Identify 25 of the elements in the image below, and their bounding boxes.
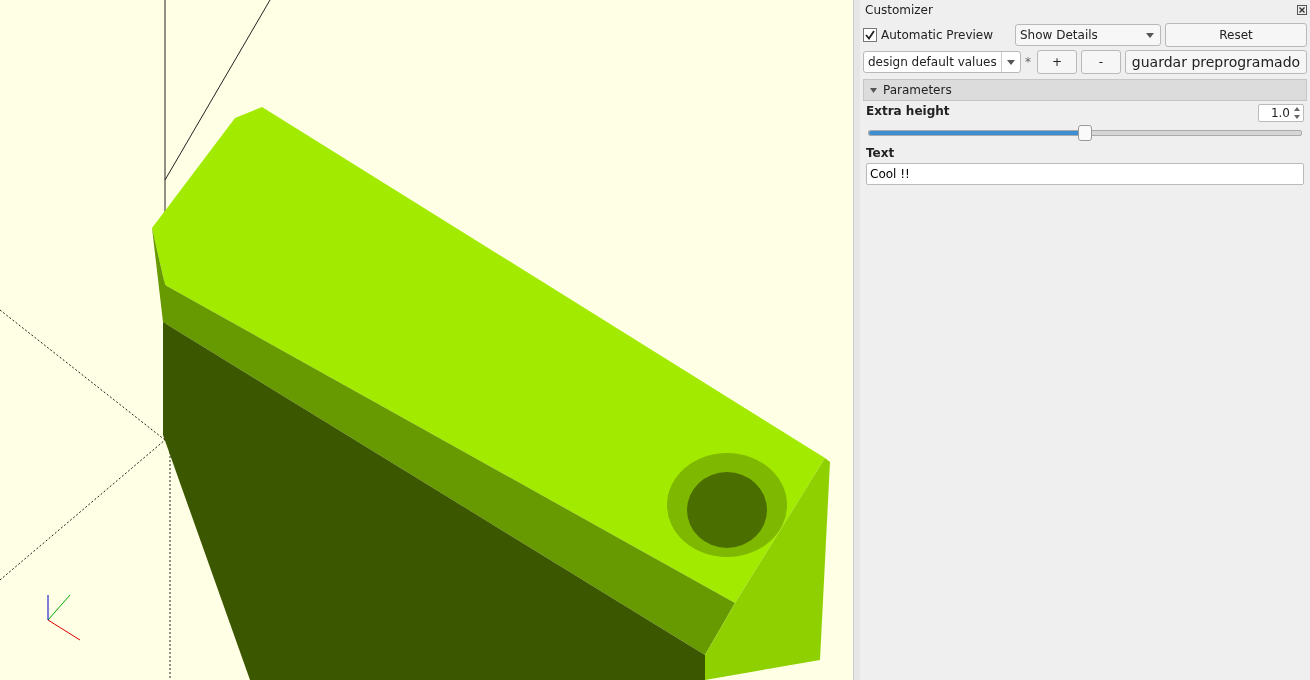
- slider[interactable]: [868, 125, 1302, 141]
- panel-title: Customizer: [865, 3, 933, 17]
- slider-handle[interactable]: [1078, 125, 1092, 141]
- spin-arrows-icon[interactable]: [1293, 106, 1301, 120]
- close-icon[interactable]: [1297, 5, 1307, 15]
- expand-arrow-icon: [870, 87, 877, 93]
- parameters-header[interactable]: Parameters: [863, 79, 1307, 101]
- save-preset-button[interactable]: guardar preprogramado: [1125, 50, 1307, 74]
- caret-icon: [1146, 32, 1154, 38]
- details-dropdown[interactable]: Show Details: [1015, 24, 1161, 46]
- text-input-field[interactable]: Cool !!: [866, 163, 1304, 185]
- add-preset-button[interactable]: +: [1037, 50, 1077, 74]
- parameter-label: Text: [866, 146, 896, 160]
- preset-dropdown[interactable]: design default values: [863, 51, 1021, 73]
- caret-icon: [1007, 60, 1015, 65]
- checkmark-icon: [865, 30, 875, 40]
- automatic-preview-checkbox[interactable]: Automatic Preview: [863, 28, 1011, 42]
- parameter-label: Extra height: [866, 104, 950, 118]
- axis-gizmo-icon: [47, 594, 81, 641]
- 3d-viewport[interactable]: [0, 0, 853, 680]
- remove-preset-button[interactable]: -: [1081, 50, 1121, 74]
- splitter-handle[interactable]: [853, 0, 860, 680]
- modified-mark: *: [1025, 55, 1032, 69]
- reset-button[interactable]: Reset: [1165, 23, 1307, 47]
- value-spinbox[interactable]: 1.0: [1258, 104, 1304, 122]
